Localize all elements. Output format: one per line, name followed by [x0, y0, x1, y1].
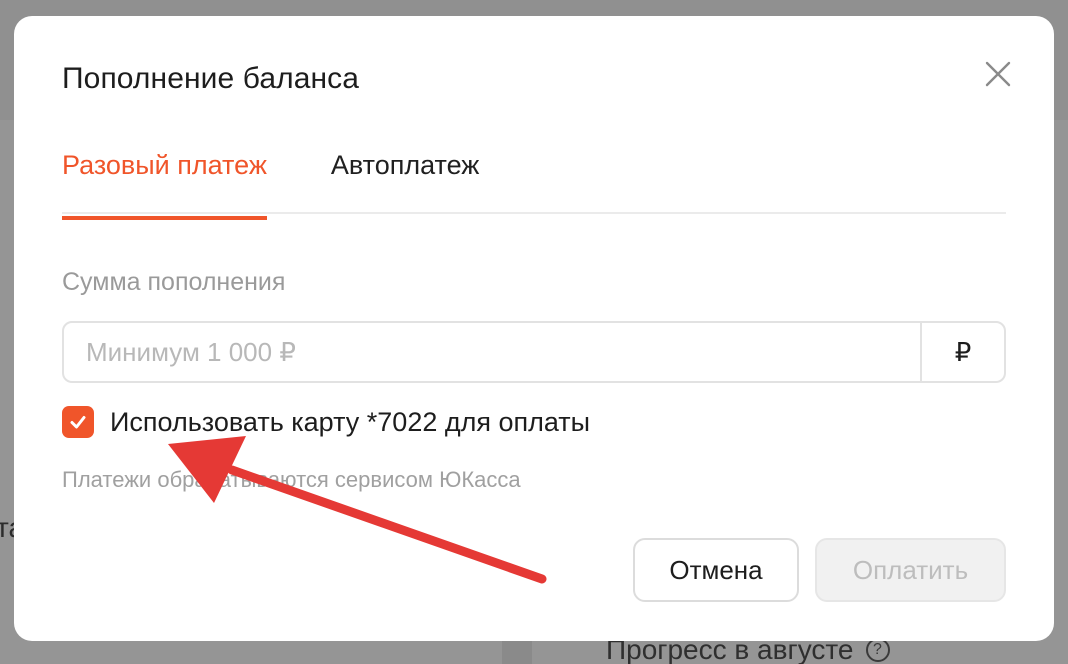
amount-input[interactable]: [64, 323, 920, 381]
pay-button[interactable]: Оплатить: [815, 538, 1006, 602]
dialog-title: Пополнение баланса: [62, 62, 360, 95]
tab-autopayment[interactable]: Автоплатеж: [331, 144, 479, 210]
cancel-button[interactable]: Отмена: [633, 538, 799, 602]
checkmark-icon: [70, 416, 86, 429]
close-icon: [985, 61, 1011, 87]
close-button[interactable]: [980, 56, 1016, 92]
payment-tabs: Разовый платеж Автоплатеж: [62, 144, 1006, 220]
tab-one-time-payment[interactable]: Разовый платеж: [62, 144, 267, 220]
amount-label: Сумма пополнения: [62, 268, 286, 296]
use-card-label: Использовать карту *7022 для оплаты: [110, 406, 591, 437]
currency-suffix: ₽: [920, 323, 1004, 381]
background-block: [502, 640, 532, 664]
top-up-balance-dialog: Пополнение баланса Разовый платеж Автопл…: [14, 16, 1054, 641]
use-card-checkbox[interactable]: [62, 406, 94, 438]
amount-input-group: ₽: [62, 321, 1006, 383]
question-circle-icon: ?: [865, 638, 890, 662]
use-card-option[interactable]: Использовать карту *7022 для оплаты: [62, 406, 590, 438]
payment-processor-hint: Платежи обрабатываются сервисом ЮКасса: [62, 467, 521, 492]
